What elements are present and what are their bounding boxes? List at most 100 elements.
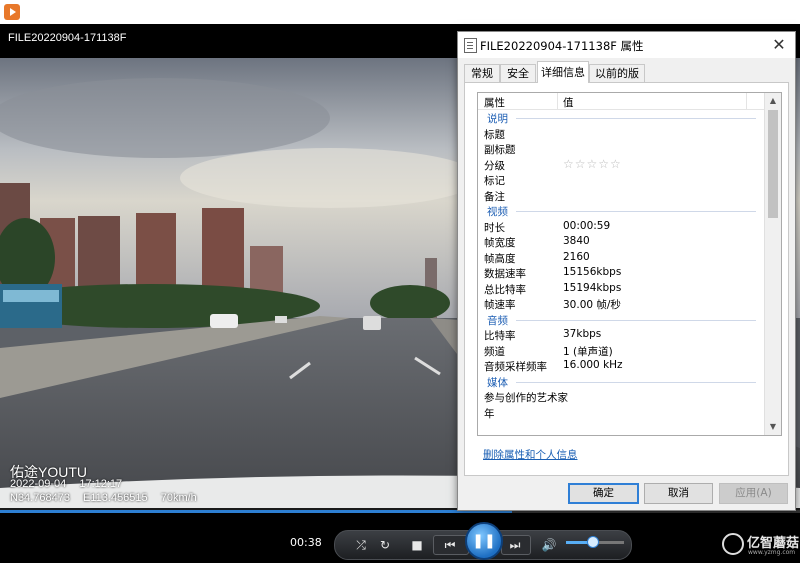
property-name: 时长 <box>484 221 505 234</box>
video-filename: FILE20220904-171138F <box>8 32 127 44</box>
property-value: 15194kbps <box>563 281 622 294</box>
list-header: 属性 值 <box>478 93 764 110</box>
property-row[interactable]: 帧速率 30.00 帧/秒 <box>478 296 764 312</box>
next-icon: ⏭ <box>509 538 521 552</box>
dialog-title: FILE20220904-171138F 属性 <box>480 39 644 53</box>
current-time: 00:38 <box>290 536 322 549</box>
tab-previous-versions[interactable]: 以前的版本 <box>589 64 645 97</box>
media-player-icon[interactable] <box>4 4 20 20</box>
property-value: 15156kbps <box>563 266 622 278</box>
property-row[interactable]: 音频采样频率 16.000 kHz <box>478 358 764 374</box>
property-name: 帧速率 <box>484 299 516 311</box>
section-header: 视频 <box>478 203 764 219</box>
tab-details[interactable]: 详细信息 <box>537 61 589 83</box>
property-name: 帧宽度 <box>484 237 516 249</box>
section-divider <box>516 118 756 119</box>
property-row[interactable]: 备注 <box>478 188 764 204</box>
shuffle-icon[interactable]: ⤮ <box>351 536 371 554</box>
dashcam-latitude: N34.768473 <box>10 492 70 504</box>
property-rows: 说明标题副标题分级 ☆☆☆☆☆ 标记 备注视频时长 00:00:59 帧宽度 3840 帧高度… <box>478 110 764 420</box>
property-row[interactable]: 帧宽度 3840 <box>478 234 764 250</box>
watermark-logo <box>722 533 744 555</box>
property-row[interactable]: 数据速率 15156kbps <box>478 265 764 281</box>
column-divider[interactable] <box>557 93 558 109</box>
volume-knob[interactable] <box>587 536 600 548</box>
dashcam-speed: 70km/h <box>160 492 197 504</box>
previous-icon: ⏮ <box>444 538 456 552</box>
speaker-icon[interactable]: 🔊 <box>539 536 559 554</box>
dashcam-time: 17:12:17 <box>79 478 123 490</box>
property-name: 标记 <box>484 175 505 187</box>
property-name: 参与创作的艺术家 <box>484 392 568 404</box>
property-name: 副标题 <box>484 144 516 156</box>
column-header-value[interactable]: 值 <box>563 95 574 110</box>
property-row[interactable]: 标题 <box>478 126 764 142</box>
details-panel: 属性 值 说明标题副标题分级 ☆☆☆☆☆ 标记 备注视频时长 00:00:59 帧宽度 38… <box>464 82 789 476</box>
section-divider <box>516 319 756 321</box>
section-title: 视频 <box>487 206 508 218</box>
player-controls: 00:38 ⤮ ↻ ■ ⏮ ⏭ 🔊 亿智蘑菇 www.yzmg.com <box>0 508 800 563</box>
section-divider <box>516 381 756 383</box>
dashcam-gps: N34.768473 E113.456515 70km/h <box>10 492 207 504</box>
property-name: 帧高度 <box>484 252 516 265</box>
player-titlebar <box>0 0 800 24</box>
tab-security[interactable]: 安全 <box>500 64 536 82</box>
dashcam-date: 2022-09-04 <box>10 478 67 490</box>
property-name: 频道 <box>484 345 505 358</box>
property-row[interactable]: 分级 ☆☆☆☆☆ <box>478 157 764 173</box>
property-value: 2160 <box>563 250 590 263</box>
property-row[interactable]: 比特率 37kbps <box>478 327 764 343</box>
property-name: 标题 <box>484 128 505 141</box>
next-button[interactable]: ⏭ <box>501 535 531 555</box>
property-row[interactable]: 时长 00:00:59 <box>478 219 764 235</box>
section-title: 音频 <box>487 314 508 327</box>
property-row[interactable]: 帧高度 2160 <box>478 250 764 266</box>
property-row[interactable]: 总比特率 15194kbps <box>478 281 764 297</box>
seek-bar-fill <box>0 510 512 513</box>
property-name: 数据速率 <box>484 268 526 280</box>
apply-button[interactable]: 应用(A) <box>719 483 788 504</box>
property-name: 分级 <box>484 159 505 172</box>
ok-button[interactable]: 确定 <box>568 483 639 504</box>
scroll-up-icon[interactable]: ▲ <box>765 93 781 109</box>
section-header: 音频 <box>478 312 764 328</box>
file-icon <box>464 38 477 53</box>
list-scrollbar[interactable]: ▲ ▼ <box>764 93 781 435</box>
property-row[interactable]: 标记 <box>478 172 764 188</box>
section-header: 媒体 <box>478 374 764 390</box>
pause-icon[interactable]: ❚❚ <box>465 522 503 560</box>
column-header-property[interactable]: 属性 <box>484 95 505 110</box>
property-name: 比特率 <box>484 330 516 342</box>
property-row[interactable]: 频道 1 (单声道) <box>478 343 764 359</box>
watermark-url: www.yzmg.com <box>748 549 796 556</box>
section-title: 说明 <box>487 113 508 125</box>
section-title: 媒体 <box>487 376 508 389</box>
property-value: 3840 <box>563 235 590 247</box>
dashcam-longitude: E113.456515 <box>83 492 148 504</box>
column-divider[interactable] <box>746 93 747 109</box>
property-list[interactable]: 属性 值 说明标题副标题分级 ☆☆☆☆☆ 标记 备注视频时长 00:00:59 帧宽度 38… <box>477 92 782 436</box>
property-value: 00:00:59 <box>563 219 611 232</box>
property-row[interactable]: 副标题 <box>478 141 764 157</box>
property-row[interactable]: 参与创作的艺术家 <box>478 389 764 405</box>
remove-properties-link[interactable]: 删除属性和个人信息 <box>483 447 578 462</box>
property-row[interactable]: 年 <box>478 405 764 421</box>
property-value: 1 (单声道) <box>563 345 613 358</box>
close-icon[interactable]: ✕ <box>769 35 789 55</box>
dialog-titlebar: FILE20220904-171138F 属性 ✕ <box>458 32 795 58</box>
section-header: 说明 <box>478 110 764 126</box>
stop-icon[interactable]: ■ <box>407 536 427 554</box>
scroll-thumb[interactable] <box>768 110 778 218</box>
property-value: 30.00 帧/秒 <box>563 299 621 311</box>
cancel-button[interactable]: 取消 <box>644 483 713 504</box>
scroll-down-icon[interactable]: ▼ <box>765 419 781 435</box>
rating-stars[interactable]: ☆☆☆☆☆ <box>563 157 622 171</box>
previous-button[interactable]: ⏮ <box>433 535 469 555</box>
property-name: 音频采样频率 <box>484 361 547 373</box>
property-value: 37kbps <box>563 328 602 340</box>
tab-general[interactable]: 常规 <box>464 64 500 82</box>
dashcam-datetime: 2022-09-04 17:12:17 <box>10 478 132 490</box>
repeat-icon[interactable]: ↻ <box>375 536 395 554</box>
property-value: 16.000 kHz <box>563 359 623 371</box>
property-name: 总比特率 <box>484 283 526 296</box>
